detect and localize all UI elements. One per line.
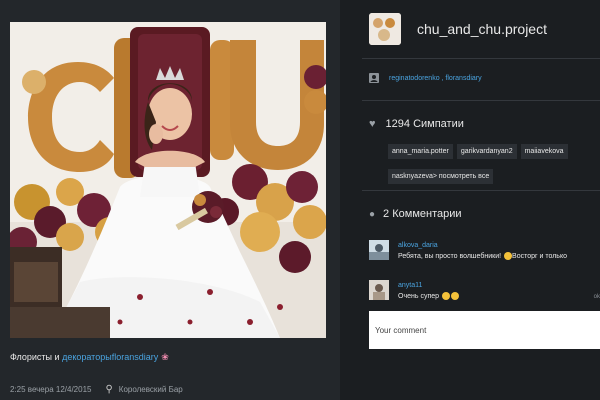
liker-chip[interactable]: anna_maria.potter bbox=[388, 144, 453, 159]
tagged-person-icon bbox=[369, 73, 379, 83]
comment-item: anyta11 Очень супер ok bbox=[369, 280, 600, 302]
smile-emoji-icon bbox=[450, 292, 459, 301]
see-all-likers-chip[interactable]: nasknyazeva> посмотреть все bbox=[388, 169, 494, 184]
post-header: chu_and_chu.project bbox=[369, 13, 547, 45]
see-all-label: > посмотреть все bbox=[432, 173, 490, 180]
liker-chip-user: nasknyazeva bbox=[392, 173, 433, 180]
likes-header: ♥ 1294 Симпатии bbox=[369, 118, 464, 130]
smile-emoji-icon bbox=[504, 252, 513, 261]
post-caption: Флористы и декораторыfloransdiary ❀ bbox=[10, 352, 169, 363]
speech-bubble-icon: ● bbox=[369, 208, 376, 220]
commenter-avatar[interactable] bbox=[369, 280, 389, 300]
profile-avatar-image bbox=[369, 13, 401, 45]
comment-text: Очень супер bbox=[398, 291, 459, 302]
liker-chip[interactable]: garikvardanyan2 bbox=[456, 144, 517, 159]
post-timestamp: 2:25 вечера 12/4/2015 bbox=[10, 385, 92, 394]
commenter-avatar-image bbox=[369, 240, 389, 260]
flower-emoji-icon: ❀ bbox=[161, 352, 169, 362]
commenter-avatar-image bbox=[369, 280, 389, 300]
location-pin-icon: ⚲ bbox=[105, 384, 113, 395]
post-meta: 2:25 вечера 12/4/2015 ⚲ Королевский Бар bbox=[10, 384, 183, 395]
post-photo-illustration bbox=[10, 22, 326, 338]
profile-username-link[interactable]: chu_and_chu.project bbox=[417, 21, 547, 37]
commenter-avatar[interactable] bbox=[369, 240, 389, 260]
comment-input[interactable] bbox=[369, 311, 600, 349]
divider bbox=[362, 190, 600, 191]
commenter-username-link[interactable]: alkova_daria bbox=[398, 240, 567, 251]
comments-count: 2 bbox=[383, 208, 390, 220]
post-location-link[interactable]: Королевский Бар bbox=[119, 385, 183, 394]
tagged-users-links[interactable]: reginatodorenko , floransdiary bbox=[389, 75, 482, 82]
comment-body: anyta11 Очень супер bbox=[398, 280, 459, 302]
comment-body: alkova_daria Ребята, вы просто волшебник… bbox=[398, 240, 567, 262]
smile-emoji-icon bbox=[441, 292, 450, 301]
comment-text: Ребята, вы просто волшебники! Восторг и … bbox=[398, 251, 567, 262]
divider bbox=[362, 100, 600, 101]
tagged-users: reginatodorenko , floransdiary bbox=[369, 73, 482, 83]
comments-label: Комментарии bbox=[392, 208, 462, 220]
comment-time: ok bbox=[593, 294, 600, 300]
profile-avatar[interactable] bbox=[369, 13, 401, 45]
commenter-username-link[interactable]: anyta11 bbox=[398, 280, 459, 291]
comment-text-part: Ребята, вы просто волшебники! bbox=[398, 253, 502, 260]
post-media-panel: Флористы и декораторыfloransdiary ❀ 2:25 … bbox=[0, 0, 340, 400]
comment-text-part: Восторг и только bbox=[512, 253, 567, 260]
likes-label: Симпатии bbox=[413, 118, 464, 130]
caption-hashtag-link[interactable]: декораторы bbox=[62, 352, 112, 362]
heart-icon[interactable]: ♥ bbox=[369, 118, 376, 130]
comments-header: ● 2 Комментарии bbox=[369, 208, 462, 220]
divider bbox=[362, 58, 600, 59]
caption-text: Флористы и bbox=[10, 352, 63, 362]
likes-count: 1294 bbox=[385, 118, 411, 130]
caption-mention-link[interactable]: floransdiary bbox=[112, 352, 159, 362]
comment-text-part: Очень супер bbox=[398, 293, 440, 300]
likers-list: anna_maria.potter garikvardanyan2 maiiavek… bbox=[388, 140, 600, 190]
comment-item: alkova_daria Ребята, вы просто волшебник… bbox=[369, 240, 600, 262]
liker-chip[interactable]: maiiavekova bbox=[520, 144, 568, 159]
post-details-panel: chu_and_chu.project reginatodorenko , fl… bbox=[340, 0, 600, 400]
post-photo[interactable] bbox=[10, 22, 326, 338]
